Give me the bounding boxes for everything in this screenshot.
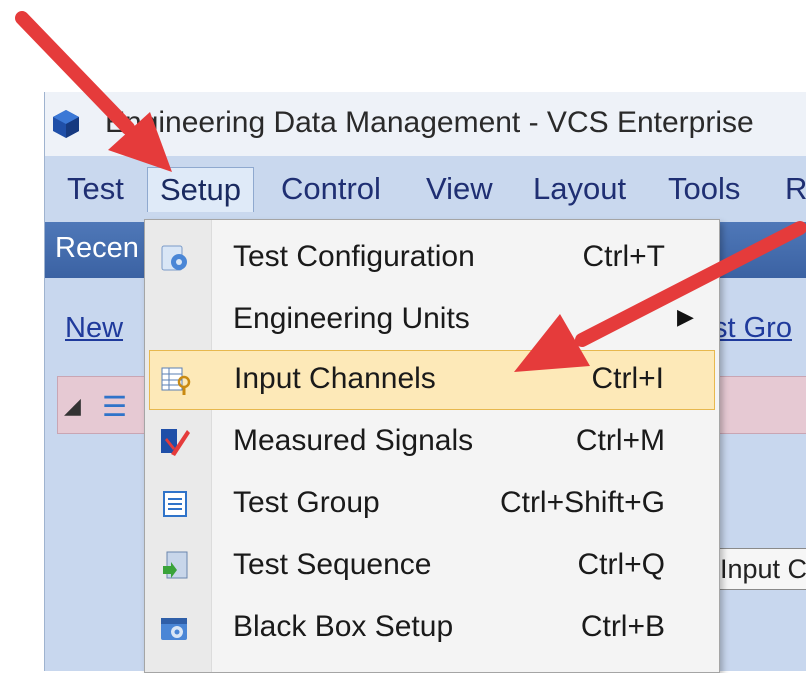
setup-dropdown-menu: Test Configuration Ctrl+T Engineering Un…: [144, 219, 720, 673]
menu-setup[interactable]: Setup: [147, 167, 255, 212]
measured-signals-icon: [161, 429, 190, 456]
menu-tools[interactable]: Tools: [668, 167, 740, 211]
menu-item-label: Test Group: [233, 486, 380, 519]
menu-item-input-channels[interactable]: Input Channels Ctrl+I: [149, 350, 715, 410]
window-title: Engineering Data Management - VCS Enterp…: [105, 106, 754, 139]
menu-item-shortcut: Ctrl+M: [575, 424, 665, 457]
black-box-setup-icon: [161, 618, 187, 640]
menu-item-test-group[interactable]: Test Group Ctrl+Shift+G: [145, 474, 719, 534]
menu-item-label: Black Box Setup: [233, 610, 454, 643]
menu-item-test-sequence[interactable]: Test Sequence Ctrl+Q: [145, 536, 719, 596]
tooltip: Input C: [713, 548, 806, 590]
menu-item-black-box-setup[interactable]: Black Box Setup Ctrl+B: [145, 598, 719, 658]
test-group-link[interactable]: st Gro: [713, 312, 792, 345]
menu-item-shortcut: Ctrl+B: [580, 610, 665, 643]
menu-layout[interactable]: Layout: [533, 167, 626, 211]
test-group-icon: [163, 491, 187, 517]
app-logo-icon: [53, 110, 79, 138]
menu-item-label: Test Sequence: [233, 548, 432, 581]
test-configuration-icon: [161, 245, 187, 271]
menu-item-label: Measured Signals: [233, 424, 474, 457]
menu-item-shortcut: Ctrl+I: [591, 362, 664, 395]
expand-arrow-icon[interactable]: ◢: [64, 393, 81, 419]
menu-test[interactable]: Test: [67, 167, 124, 211]
new-link[interactable]: New: [65, 312, 123, 345]
menu-item-shortcut: Ctrl+Q: [577, 548, 665, 581]
menu-item-label: Input Channels: [234, 362, 436, 395]
menu-item-shortcut: Ctrl+Shift+G: [499, 486, 665, 519]
menu-bar: Test Setup Control View Layout Tools R: [45, 156, 806, 222]
submenu-arrow-icon: ▶: [677, 304, 694, 329]
menu-item-label: Test Configuration: [233, 240, 475, 273]
menu-control[interactable]: Control: [281, 167, 381, 211]
menu-item-label: Engineering Units: [233, 302, 470, 335]
menu-item-measured-signals[interactable]: Measured Signals Ctrl+M: [145, 412, 719, 472]
list-icon: ☰: [102, 391, 128, 422]
input-channels-icon: [161, 367, 191, 395]
menu-view[interactable]: View: [426, 167, 493, 211]
recent-label[interactable]: Recen: [55, 232, 139, 265]
menu-r[interactable]: R: [785, 167, 806, 211]
menu-item-shortcut: Ctrl+T: [582, 240, 666, 273]
menu-item-engineering-units[interactable]: Engineering Units ▶: [145, 290, 719, 350]
test-sequence-icon: [163, 551, 188, 579]
title-bar: Engineering Data Management - VCS Enterp…: [45, 92, 806, 156]
menu-item-test-configuration[interactable]: Test Configuration Ctrl+T: [145, 228, 719, 288]
